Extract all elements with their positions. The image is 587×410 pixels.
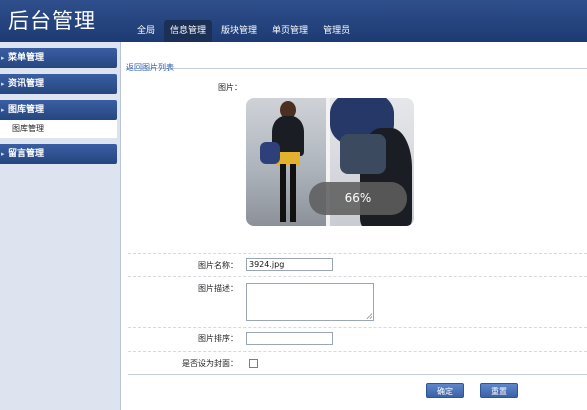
confirm-button[interactable]: 确定	[426, 383, 464, 398]
sidebar-item-label: 图库管理	[8, 105, 45, 115]
tab-admin[interactable]: 管理员	[317, 20, 356, 42]
tab-section-management[interactable]: 版块管理	[215, 20, 263, 42]
chevron-right-icon: ▸	[1, 106, 5, 114]
divider	[128, 276, 587, 277]
image-preview: 66%	[246, 98, 414, 226]
chevron-right-icon: ▸	[1, 80, 5, 88]
set-cover-checkbox[interactable]	[249, 359, 258, 368]
chevron-right-icon: ▸	[1, 54, 5, 62]
sidebar-subitem-gallery[interactable]: 图库管理	[0, 120, 117, 138]
top-header: 后台管理 全局 信息管理 版块管理 单页管理 管理员	[0, 0, 587, 42]
divider	[128, 374, 587, 375]
resize-grip-icon[interactable]	[366, 313, 372, 319]
image-order-input[interactable]	[246, 332, 333, 345]
image-description-textarea[interactable]	[246, 283, 374, 321]
sidebar-item-gallery[interactable]: ▸ 图库管理	[0, 100, 117, 120]
set-cover-label: 是否设为封面：	[182, 359, 238, 368]
image-name-input[interactable]: 3924.jpg	[246, 258, 333, 271]
image-label: 图片：	[218, 83, 242, 92]
sidebar-item-label: 菜单管理	[8, 53, 45, 63]
image-name-label: 图片名称：	[198, 261, 238, 270]
tab-global[interactable]: 全局	[131, 20, 161, 42]
divider	[128, 351, 587, 352]
content-topbar: 返回图片列表	[126, 55, 587, 72]
sidebar-item-label: 留言管理	[8, 149, 45, 159]
chevron-right-icon: ▸	[1, 150, 5, 158]
main-content: 返回图片列表 图片： 66% 图片名称： 3924.jpg 图片描述： 图片排序…	[122, 42, 587, 410]
tab-page-management[interactable]: 单页管理	[266, 20, 314, 42]
app-title: 后台管理	[8, 9, 96, 33]
sidebar: ▸ 菜单管理 ▸ 资讯管理 ▸ 图库管理 图库管理 ▸ 留言管理	[0, 42, 121, 410]
sidebar-item-messages[interactable]: ▸ 留言管理	[0, 144, 117, 164]
main-nav: 全局 信息管理 版块管理 单页管理 管理员	[131, 20, 359, 42]
image-description-label: 图片描述：	[198, 284, 238, 293]
divider	[128, 253, 587, 254]
sidebar-item-news[interactable]: ▸ 资讯管理	[0, 74, 117, 94]
image-order-label: 图片排序：	[198, 334, 238, 343]
upload-progress-indicator: 66%	[309, 182, 407, 215]
sidebar-item-menu[interactable]: ▸ 菜单管理	[0, 48, 117, 68]
sidebar-item-label: 资讯管理	[8, 79, 45, 89]
tab-info-management[interactable]: 信息管理	[164, 20, 213, 42]
back-to-list-link[interactable]: 返回图片列表	[126, 63, 174, 72]
reset-button[interactable]: 重置	[480, 383, 518, 398]
divider	[128, 327, 587, 328]
